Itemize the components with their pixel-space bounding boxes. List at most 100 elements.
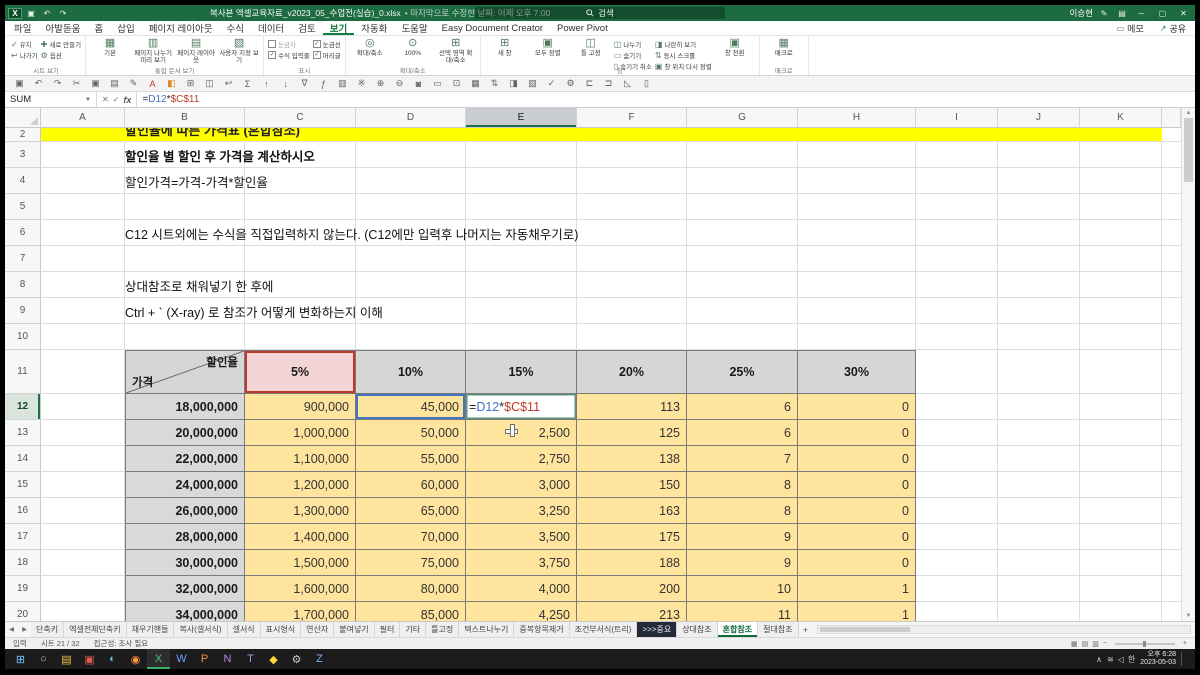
cell-I16[interactable] <box>916 498 998 524</box>
cell-A7[interactable] <box>41 246 125 272</box>
photos-app-icon[interactable]: ▣ <box>78 649 101 669</box>
status-accessibility[interactable]: 접근성: 조사 필요 <box>94 638 149 649</box>
cell-G19[interactable]: 10 <box>687 576 798 602</box>
cell-K3[interactable] <box>1080 142 1162 168</box>
row-header-15[interactable]: 15 <box>5 472 41 498</box>
cell-C20[interactable]: 1,700,000 <box>245 602 356 621</box>
ribbon-tab-수식[interactable]: 수식 <box>220 21 251 35</box>
ribbon-button[interactable]: ▣창 전환 <box>715 37 755 57</box>
cell-A11[interactable] <box>41 350 125 394</box>
sheet-nav-next-icon[interactable]: ▶ <box>18 622 31 637</box>
spelling-icon[interactable]: ✓ <box>543 78 560 89</box>
sheet-tab->>>중요[interactable]: >>>중요 <box>637 622 677 637</box>
cell-B8[interactable] <box>125 272 245 298</box>
cell-A20[interactable] <box>41 602 125 621</box>
ribbon-button[interactable]: ◎확대/축소 <box>350 37 390 57</box>
cell-F4[interactable] <box>577 168 687 194</box>
cell-A15[interactable] <box>41 472 125 498</box>
cell-E9[interactable] <box>466 298 577 324</box>
cell-K8[interactable] <box>1080 272 1162 298</box>
column-header-G[interactable]: G <box>687 108 798 128</box>
cell-A8[interactable] <box>41 272 125 298</box>
cell-I15[interactable] <box>916 472 998 498</box>
cell-G7[interactable] <box>687 246 798 272</box>
row-header-3[interactable]: 3 <box>5 142 41 168</box>
cell-I13[interactable] <box>916 420 998 446</box>
ribbon-tab-페이지 레이아웃[interactable]: 페이지 레이아웃 <box>142 21 220 35</box>
ribbon-checkbox[interactable]: 눈금자 <box>268 39 310 49</box>
row-header-2[interactable]: 2 <box>5 128 41 142</box>
ribbon-button[interactable]: ▦매크로 <box>764 37 804 57</box>
cell-G18[interactable]: 9 <box>687 550 798 576</box>
taskbar-clock[interactable]: 오후 6:28 2023-05-03 <box>1140 651 1176 667</box>
cell-E7[interactable] <box>466 246 577 272</box>
cell-B10[interactable] <box>125 324 245 350</box>
sheet-tab-필터[interactable]: 필터 <box>375 622 401 637</box>
cell-D7[interactable] <box>356 246 466 272</box>
options-icon[interactable]: ⚙ <box>562 78 579 89</box>
cell-H14[interactable]: 0 <box>798 446 916 472</box>
ribbon-tab-Easy Document Creator[interactable]: Easy Document Creator <box>435 21 550 35</box>
close-button[interactable]: ✕ <box>1175 9 1192 18</box>
sheet-tab-혼합참조[interactable]: 혼합참조 <box>718 622 758 637</box>
cell-C19[interactable]: 1,600,000 <box>245 576 356 602</box>
name-manager-icon[interactable]: ▯ <box>638 78 655 89</box>
cell-I4[interactable] <box>916 168 998 194</box>
pivot-table-icon[interactable]: ▧ <box>524 78 541 89</box>
cell-C12[interactable]: 900,000 <box>245 394 356 420</box>
ribbon-button[interactable]: ◨나란히 보기 <box>655 39 712 49</box>
share-button[interactable]: ↗공유 <box>1153 22 1193 35</box>
cell-G16[interactable]: 8 <box>687 498 798 524</box>
cell-F7[interactable] <box>577 246 687 272</box>
cell-H17[interactable]: 0 <box>798 524 916 550</box>
cell-B15[interactable]: 24,000,000 <box>125 472 245 498</box>
macro-icon[interactable]: ▦ <box>467 78 484 89</box>
cell-H13[interactable]: 0 <box>798 420 916 446</box>
cell-F8[interactable] <box>577 272 687 298</box>
cell-J6[interactable] <box>998 220 1080 246</box>
cell-B19[interactable]: 32,000,000 <box>125 576 245 602</box>
cell-K5[interactable] <box>1080 194 1162 220</box>
ribbon-checkbox[interactable]: ✓눈금선 <box>313 39 341 49</box>
cell-K13[interactable] <box>1080 420 1162 446</box>
comments-button[interactable]: ▭메모 <box>1110 22 1151 35</box>
cell-F11[interactable]: 20% <box>577 350 687 394</box>
ribbon-button[interactable]: ⊞선택 영역 확대/축소 <box>436 37 476 64</box>
cell-J9[interactable] <box>998 298 1080 324</box>
cell-A16[interactable] <box>41 498 125 524</box>
row-header-8[interactable]: 8 <box>5 272 41 298</box>
cell-D11[interactable]: 10% <box>356 350 466 394</box>
zoom-in-icon[interactable]: ⊕ <box>372 78 389 89</box>
cell-K16[interactable] <box>1080 498 1162 524</box>
cell-C3[interactable] <box>245 142 356 168</box>
zoom-app-icon[interactable]: Z <box>308 649 331 669</box>
cell-B13[interactable]: 20,000,000 <box>125 420 245 446</box>
cell-F12[interactable]: 113 <box>577 394 687 420</box>
cell-D19[interactable]: 80,000 <box>356 576 466 602</box>
select-all-corner[interactable] <box>5 108 41 128</box>
excel-icon[interactable]: X <box>147 649 170 669</box>
column-header-A[interactable]: A <box>41 108 125 128</box>
powerpoint-icon[interactable]: P <box>193 649 216 669</box>
cell-H3[interactable] <box>798 142 916 168</box>
row-header-11[interactable]: 11 <box>5 350 41 394</box>
kakaotalk-icon[interactable]: ◆ <box>262 649 285 669</box>
zoom-slider-thumb[interactable] <box>1143 641 1146 647</box>
column-header-K[interactable]: K <box>1080 108 1162 128</box>
cell-G14[interactable]: 7 <box>687 446 798 472</box>
scroll-up-icon[interactable]: ▲ <box>1186 110 1192 116</box>
cell-K20[interactable] <box>1080 602 1162 621</box>
cell-H15[interactable]: 0 <box>798 472 916 498</box>
cell-H20[interactable]: 1 <box>798 602 916 621</box>
cell-J5[interactable] <box>998 194 1080 220</box>
cell-I17[interactable] <box>916 524 998 550</box>
row-header-17[interactable]: 17 <box>5 524 41 550</box>
cell-I20[interactable] <box>916 602 998 621</box>
cell-I8[interactable] <box>916 272 998 298</box>
cell-H19[interactable]: 1 <box>798 576 916 602</box>
ribbon-tab-보기[interactable]: 보기 <box>323 21 354 35</box>
edge-browser-icon[interactable]: ◐ <box>101 649 124 669</box>
cell-G17[interactable]: 9 <box>687 524 798 550</box>
cell-G3[interactable] <box>687 142 798 168</box>
cell-A19[interactable] <box>41 576 125 602</box>
